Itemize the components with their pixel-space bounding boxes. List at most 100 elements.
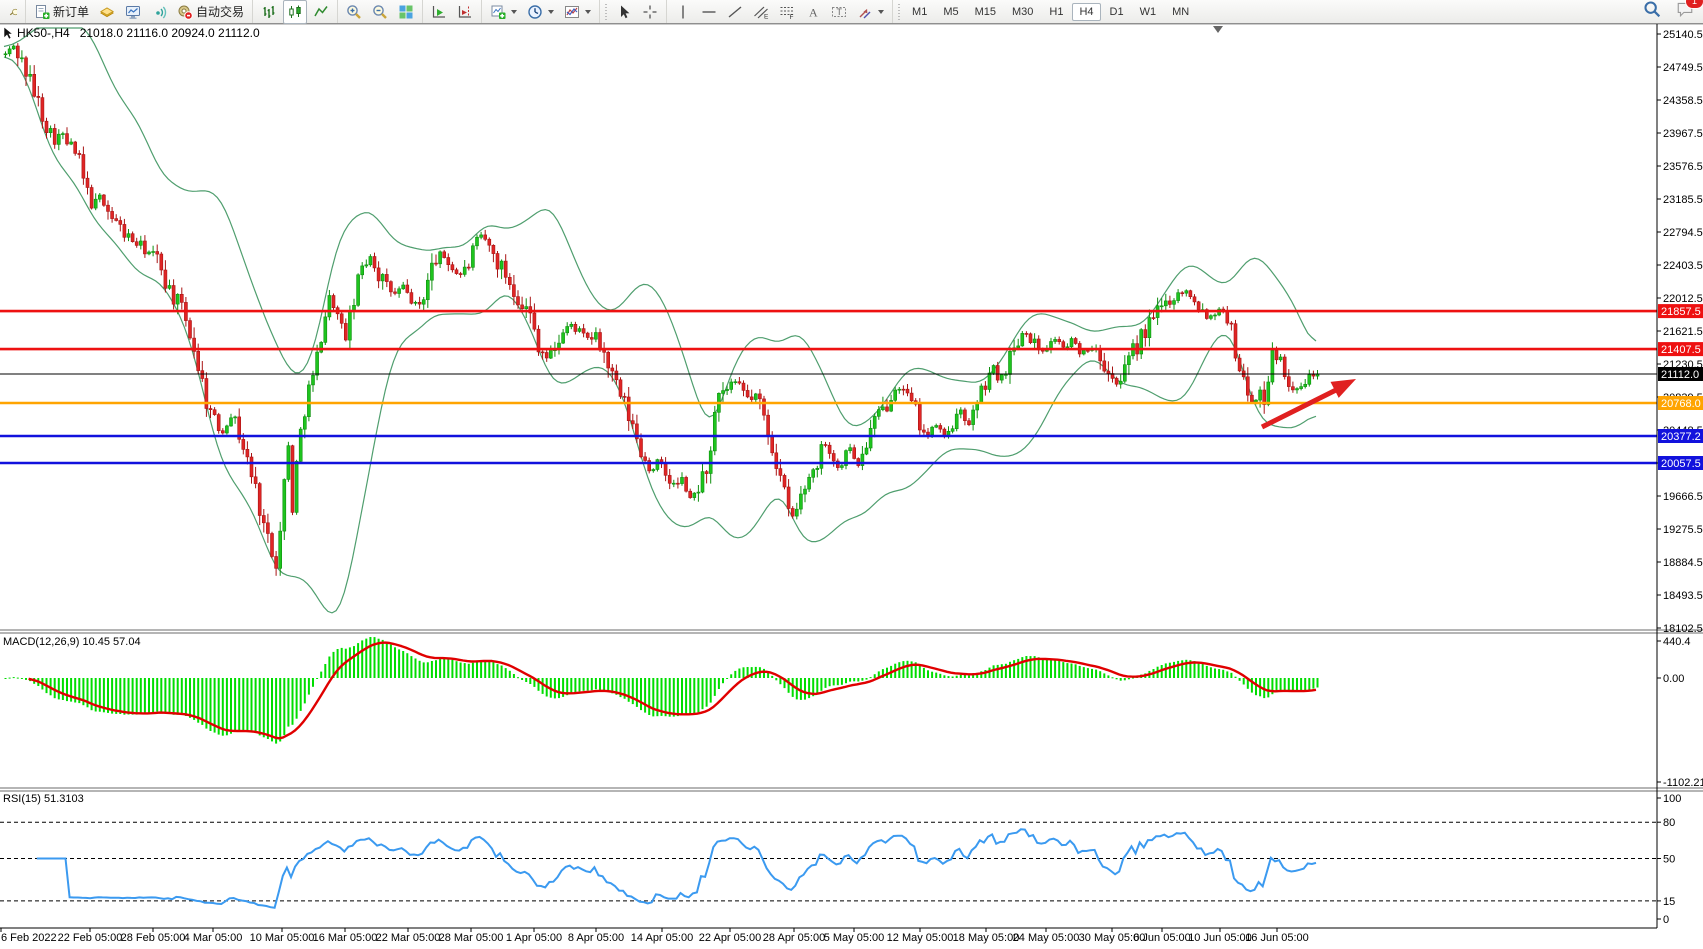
candles-chart-icon bbox=[287, 4, 303, 20]
indicators-button[interactable] bbox=[486, 0, 521, 24]
svg-text:0.00: 0.00 bbox=[1663, 673, 1684, 685]
toolbar-grip[interactable] bbox=[898, 3, 903, 20]
svg-text:23967.5: 23967.5 bbox=[1663, 128, 1703, 140]
svg-text:15: 15 bbox=[1663, 896, 1675, 908]
tab-timeframe-h4[interactable]: H4 bbox=[1072, 2, 1101, 21]
toolbar-group bbox=[253, 0, 339, 24]
svg-text:25140.5: 25140.5 bbox=[1663, 29, 1703, 41]
svg-text:20768.0: 20768.0 bbox=[1661, 398, 1701, 410]
tab-timeframe-mn[interactable]: MN bbox=[1165, 3, 1196, 21]
toolbar-group bbox=[600, 0, 668, 24]
tab-timeframe-m15[interactable]: M15 bbox=[968, 3, 1003, 21]
svg-text:18493.5: 18493.5 bbox=[1663, 590, 1703, 602]
svg-text:28 Mar 05:00: 28 Mar 05:00 bbox=[439, 932, 504, 944]
svg-text:20377.2: 20377.2 bbox=[1661, 431, 1701, 443]
tab-timeframe-d1[interactable]: D1 bbox=[1103, 3, 1131, 21]
tile-windows-icon bbox=[398, 4, 414, 20]
svg-text:6 Jun 05:00: 6 Jun 05:00 bbox=[1133, 932, 1191, 944]
toolbar-group bbox=[0, 0, 26, 23]
autotrading-button[interactable]: 自动交易 bbox=[173, 0, 248, 24]
svg-text:18884.5: 18884.5 bbox=[1663, 557, 1703, 569]
gold-book-icon bbox=[99, 4, 115, 20]
svg-text:23576.5: 23576.5 bbox=[1663, 161, 1703, 173]
fibonacci-button[interactable]: F bbox=[775, 0, 799, 24]
hline-icon bbox=[701, 4, 717, 20]
zoom-in-button[interactable] bbox=[342, 0, 366, 24]
chart-shift-button[interactable] bbox=[453, 0, 477, 24]
candlestick-chart-button[interactable] bbox=[283, 0, 308, 24]
chart-profile-button[interactable] bbox=[4, 0, 21, 24]
vline-icon bbox=[675, 4, 691, 20]
sliver-icon bbox=[8, 4, 17, 20]
arrows-button[interactable] bbox=[853, 0, 888, 24]
tab-timeframe-m5[interactable]: M5 bbox=[936, 3, 965, 21]
signal-waves-icon bbox=[151, 4, 167, 20]
autotrade-icon bbox=[177, 4, 193, 20]
svg-text:22 Apr 05:00: 22 Apr 05:00 bbox=[699, 932, 761, 944]
tab-timeframe-m30[interactable]: M30 bbox=[1005, 3, 1040, 21]
toolbar-right-cluster: 1 bbox=[1643, 0, 1703, 23]
notifications-button[interactable]: 1 bbox=[1675, 0, 1703, 23]
svg-text:A: A bbox=[809, 5, 818, 19]
tab-timeframe-w1[interactable]: W1 bbox=[1133, 3, 1164, 21]
toolbar-group bbox=[482, 0, 601, 24]
svg-text:T: T bbox=[837, 7, 843, 17]
svg-text:100: 100 bbox=[1663, 793, 1681, 805]
toolbar-group: EFAT bbox=[667, 0, 894, 24]
chart-window-button[interactable] bbox=[121, 0, 145, 24]
svg-text:12 May 05:00: 12 May 05:00 bbox=[887, 932, 954, 944]
text-button[interactable]: A bbox=[801, 0, 825, 24]
cursor-button[interactable] bbox=[612, 0, 636, 24]
svg-text:21407.5: 21407.5 bbox=[1661, 344, 1701, 356]
svg-text:20057.5: 20057.5 bbox=[1661, 458, 1701, 470]
text-label-button[interactable]: T bbox=[827, 0, 851, 24]
svg-text:5 May 05:00: 5 May 05:00 bbox=[824, 932, 885, 944]
svg-text:21857.5: 21857.5 bbox=[1661, 306, 1701, 318]
trendline-button[interactable] bbox=[723, 0, 747, 24]
svg-text:E: E bbox=[764, 13, 769, 20]
toolbar-grip[interactable] bbox=[605, 3, 610, 20]
tab-timeframe-h1[interactable]: H1 bbox=[1042, 3, 1070, 21]
periods-button[interactable] bbox=[523, 0, 558, 24]
zoom-out-button[interactable] bbox=[368, 0, 392, 24]
search-button[interactable] bbox=[1643, 0, 1661, 23]
new-order-button-label: 新订单 bbox=[53, 5, 90, 19]
line-chart-button[interactable] bbox=[309, 0, 333, 24]
new-order-button[interactable]: 新订单 bbox=[30, 0, 93, 24]
svg-text:16 Mar 05:00: 16 Mar 05:00 bbox=[313, 932, 378, 944]
horizontal-line-button[interactable] bbox=[697, 0, 721, 24]
crosshair-button[interactable] bbox=[638, 0, 662, 24]
svg-text:24749.5: 24749.5 bbox=[1663, 62, 1703, 74]
chevron-down-icon[interactable] bbox=[878, 9, 885, 14]
svg-text:18 May 05:00: 18 May 05:00 bbox=[953, 932, 1020, 944]
chevron-down-icon[interactable] bbox=[511, 9, 518, 14]
tab-timeframe-m1[interactable]: M1 bbox=[905, 3, 934, 21]
zoom-in-icon bbox=[346, 4, 362, 20]
line-chart-icon bbox=[313, 4, 329, 20]
svg-text:22403.5: 22403.5 bbox=[1663, 260, 1703, 272]
vertical-line-button[interactable] bbox=[671, 0, 695, 24]
svg-text:22012.5: 22012.5 bbox=[1663, 293, 1703, 305]
market-watch-button[interactable] bbox=[95, 0, 119, 24]
chevron-down-icon[interactable] bbox=[548, 9, 555, 14]
trendline-icon bbox=[727, 4, 743, 20]
bar-chart-button[interactable] bbox=[257, 0, 281, 24]
auto-scroll-button[interactable] bbox=[427, 0, 451, 24]
svg-text:0: 0 bbox=[1663, 914, 1669, 926]
toolbar-group: 新订单 自动交易 bbox=[26, 0, 254, 24]
tile-windows-button[interactable] bbox=[394, 0, 418, 24]
autoscroll-icon bbox=[431, 4, 447, 20]
svg-text:8 Apr 05:00: 8 Apr 05:00 bbox=[568, 932, 624, 944]
templates-button[interactable] bbox=[560, 0, 595, 24]
svg-text:22 Feb 05:00: 22 Feb 05:00 bbox=[58, 932, 123, 944]
channel-button[interactable]: E bbox=[749, 0, 773, 24]
svg-text:10 Jun 05:00: 10 Jun 05:00 bbox=[1188, 932, 1252, 944]
text-a-icon: A bbox=[805, 4, 821, 20]
macd-label: MACD(12,26,9) 10.45 57.04 bbox=[3, 636, 141, 648]
svg-text:16 Jun 05:00: 16 Jun 05:00 bbox=[1245, 932, 1309, 944]
svg-text:-1102.21: -1102.21 bbox=[1663, 777, 1703, 789]
signals-button[interactable] bbox=[147, 0, 171, 24]
svg-text:4 Mar 05:00: 4 Mar 05:00 bbox=[184, 932, 243, 944]
chevron-down-icon[interactable] bbox=[585, 9, 592, 14]
svg-text:F: F bbox=[790, 14, 794, 20]
